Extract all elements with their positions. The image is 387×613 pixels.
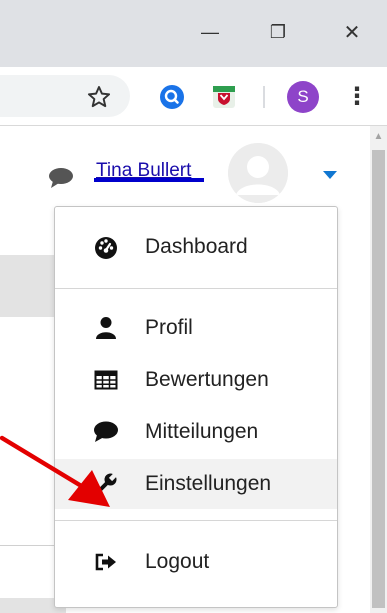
logout-icon [93, 549, 119, 575]
dashboard-icon [93, 234, 119, 260]
profile-initial: S [297, 87, 309, 106]
user-name-highlight [94, 178, 204, 182]
scroll-up-arrow-icon[interactable]: ▲ [372, 131, 385, 145]
restore-icon: ❐ [269, 21, 287, 42]
menu-item-dashboard[interactable]: Dashboard [55, 222, 337, 272]
menu-item-profil[interactable]: Profil [55, 303, 337, 353]
close-button[interactable]: ✕ [330, 12, 374, 52]
minimize-icon: — [201, 21, 219, 42]
search-extension-icon[interactable] [159, 84, 185, 110]
kebab-menu-icon: ⋮ [345, 83, 369, 110]
avatar[interactable] [228, 143, 288, 203]
background-divider [0, 545, 54, 546]
star-icon[interactable] [86, 84, 112, 110]
menu-item-label: Profil [145, 316, 193, 339]
caret-down-icon[interactable] [322, 167, 338, 179]
shield-extension-icon[interactable] [211, 84, 237, 110]
restore-button[interactable]: ❐ [256, 12, 300, 52]
speech-bubble-icon[interactable] [48, 166, 76, 190]
menu-divider [55, 288, 337, 289]
menu-item-label: Logout [145, 550, 210, 573]
extensions-divider [263, 86, 265, 108]
menu-item-logout[interactable]: Logout [55, 537, 337, 587]
menu-item-label: Bewertungen [145, 368, 269, 391]
user-dropdown-menu: Dashboard Profil Bewertungen Mitteilunge… [54, 206, 338, 608]
minimize-button[interactable]: — [188, 12, 232, 52]
profile-avatar-button[interactable]: S [287, 81, 319, 113]
menu-item-label: Dashboard [145, 235, 248, 258]
grid-icon [93, 367, 119, 393]
annotation-arrow [0, 435, 110, 507]
user-icon [93, 315, 119, 341]
menu-item-bewertungen[interactable]: Bewertungen [55, 355, 337, 405]
menu-item-label: Mitteilungen [145, 420, 259, 443]
menu-item-label: Einstellungen [145, 472, 272, 495]
browser-toolbar: S ⋮ [0, 67, 387, 126]
menu-divider [55, 520, 337, 521]
scrollbar-thumb[interactable] [372, 150, 385, 608]
background-panel-fragment [0, 255, 54, 317]
browser-menu-button[interactable]: ⋮ [345, 82, 369, 112]
close-icon: ✕ [343, 21, 361, 44]
